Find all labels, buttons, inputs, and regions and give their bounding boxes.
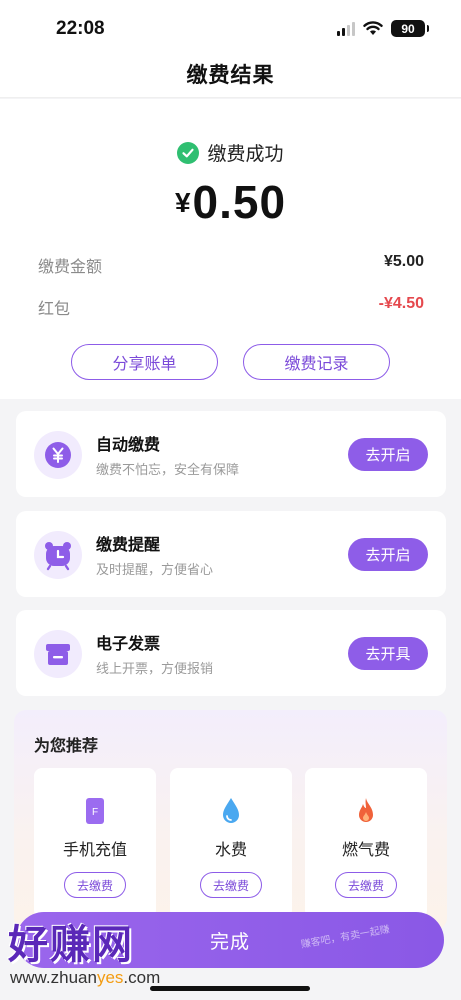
enable-auto-pay-button[interactable]: 去开启 [348, 438, 428, 471]
battery-icon: 90 [391, 20, 429, 37]
detail-value: ¥5.00 [383, 253, 424, 270]
go-pay-button[interactable]: 去缴费 [200, 872, 262, 898]
service-subtitle: 及时提醒，方便省心 [96, 563, 214, 578]
recommend-title: 为您推荐 [34, 736, 99, 755]
service-card-e-invoice: 电子发票 线上开票，方便报销 去开具 [16, 610, 446, 696]
watermark-url-prefix: www.zhuan [10, 968, 97, 987]
service-card-auto-pay: 自动缴费 缴费不怕忘，安全有保障 去开启 [16, 411, 446, 497]
watermark-logo: 好赚网 [8, 922, 134, 968]
paid-amount: ¥0.50 [0, 175, 461, 229]
service-title: 电子发票 [96, 634, 161, 653]
payment-records-button[interactable]: 缴费记录 [243, 344, 390, 380]
nav-bar: 缴费结果 [0, 50, 461, 98]
detail-label: 红包 [38, 299, 71, 318]
service-title: 自动缴费 [96, 435, 161, 454]
printer-icon [34, 630, 82, 678]
currency-symbol: ¥ [174, 187, 191, 218]
recommend-item-water[interactable]: 水费 去缴费 [170, 768, 292, 918]
amount-value: 0.50 [192, 176, 287, 228]
watermark-url-highlight: yes [96, 968, 124, 987]
status-time: 22:08 [56, 18, 105, 39]
recommend-label: 手机充值 [62, 840, 127, 859]
watermark-url-suffix: .com [123, 968, 161, 987]
go-pay-button[interactable]: 去缴费 [335, 872, 397, 898]
recommend-label: 水费 [214, 840, 247, 859]
service-card-reminder: 缴费提醒 及时提醒，方便省心 去开启 [16, 511, 446, 597]
water-drop-icon [223, 798, 239, 823]
success-status: 缴费成功 [0, 139, 461, 166]
detail-label: 缴费金额 [38, 257, 103, 276]
check-circle-icon [177, 141, 200, 164]
issue-invoice-button[interactable]: 去开具 [348, 637, 428, 670]
watermark-url: www.zhuanyes.com [10, 968, 160, 988]
yen-icon [34, 431, 82, 479]
share-bill-button[interactable]: 分享账单 [71, 344, 218, 380]
page-title: 缴费结果 [186, 62, 275, 87]
recommend-item-gas[interactable]: 燃气费 去缴费 [305, 768, 427, 918]
service-subtitle: 缴费不怕忘，安全有保障 [96, 463, 240, 478]
detail-row-payment: 缴费金额 ¥5.00 [38, 253, 424, 277]
service-subtitle: 线上开票，方便报销 [96, 662, 214, 677]
wifi-icon [363, 21, 383, 35]
recommend-item-phone-topup[interactable]: F 手机充值 去缴费 [34, 768, 156, 918]
success-text: 缴费成功 [207, 143, 284, 165]
go-pay-button[interactable]: 去缴费 [64, 872, 126, 898]
phone-card-icon: F [86, 798, 104, 824]
payment-result-card: 缴费成功 ¥0.50 缴费金额 ¥5.00 红包 -¥4.50 分享账单 缴费记… [0, 99, 461, 399]
svg-text:F: F [92, 807, 98, 818]
alarm-clock-icon [34, 531, 82, 579]
service-title: 缴费提醒 [96, 535, 161, 554]
detail-value: -¥4.50 [378, 295, 424, 312]
flame-icon [359, 798, 373, 822]
recommend-panel: 为您推荐 F 手机充值 去缴费 水费 去缴费 燃气费 去缴费 [14, 710, 447, 930]
status-icons: 90 [337, 20, 429, 37]
signal-icon [337, 21, 355, 36]
recommend-label: 燃气费 [341, 840, 390, 859]
home-indicator[interactable] [150, 986, 310, 991]
enable-reminder-button[interactable]: 去开启 [348, 538, 428, 571]
detail-row-red-packet: 红包 -¥4.50 [38, 295, 424, 319]
